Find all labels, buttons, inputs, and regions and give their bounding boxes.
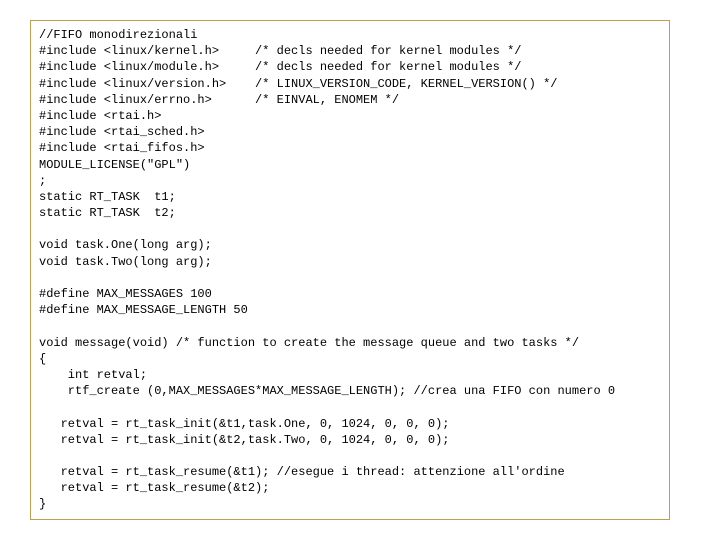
- code-line: #include <linux/kernel.h> /* decls neede…: [39, 44, 521, 58]
- code-line: retval = rt_task_init(&t2,task.Two, 0, 1…: [39, 433, 449, 447]
- code-line: #include <linux/errno.h> /* EINVAL, ENOM…: [39, 93, 399, 107]
- code-line: MODULE_LICENSE("GPL"): [39, 158, 190, 172]
- code-line: #include <rtai_fifos.h>: [39, 141, 205, 155]
- code-line: void task.One(long arg);: [39, 238, 212, 252]
- code-line: void message(void) /* function to create…: [39, 336, 579, 350]
- code-line: int retval;: [39, 368, 147, 382]
- code-line: #include <linux/module.h> /* decls neede…: [39, 60, 521, 74]
- code-line: ;: [39, 174, 46, 188]
- code-line: rtf_create (0,MAX_MESSAGES*MAX_MESSAGE_L…: [39, 384, 615, 398]
- code-line: {: [39, 352, 46, 366]
- code-line: }: [39, 497, 46, 511]
- code-line: #define MAX_MESSAGE_LENGTH 50: [39, 303, 248, 317]
- code-line: #define MAX_MESSAGES 100: [39, 287, 212, 301]
- code-line: retval = rt_task_resume(&t1); //esegue i…: [39, 465, 565, 479]
- code-line: //FIFO monodirezionali: [39, 28, 197, 42]
- code-line: retval = rt_task_resume(&t2);: [39, 481, 269, 495]
- code-line: #include <rtai.h>: [39, 109, 161, 123]
- code-frame: //FIFO monodirezionali #include <linux/k…: [30, 20, 670, 520]
- code-line: #include <linux/version.h> /* LINUX_VERS…: [39, 77, 557, 91]
- code-line: static RT_TASK t2;: [39, 206, 176, 220]
- code-line: retval = rt_task_init(&t1,task.One, 0, 1…: [39, 417, 449, 431]
- code-line: void task.Two(long arg);: [39, 255, 212, 269]
- code-line: static RT_TASK t1;: [39, 190, 176, 204]
- code-block: //FIFO monodirezionali #include <linux/k…: [39, 27, 661, 513]
- code-line: #include <rtai_sched.h>: [39, 125, 205, 139]
